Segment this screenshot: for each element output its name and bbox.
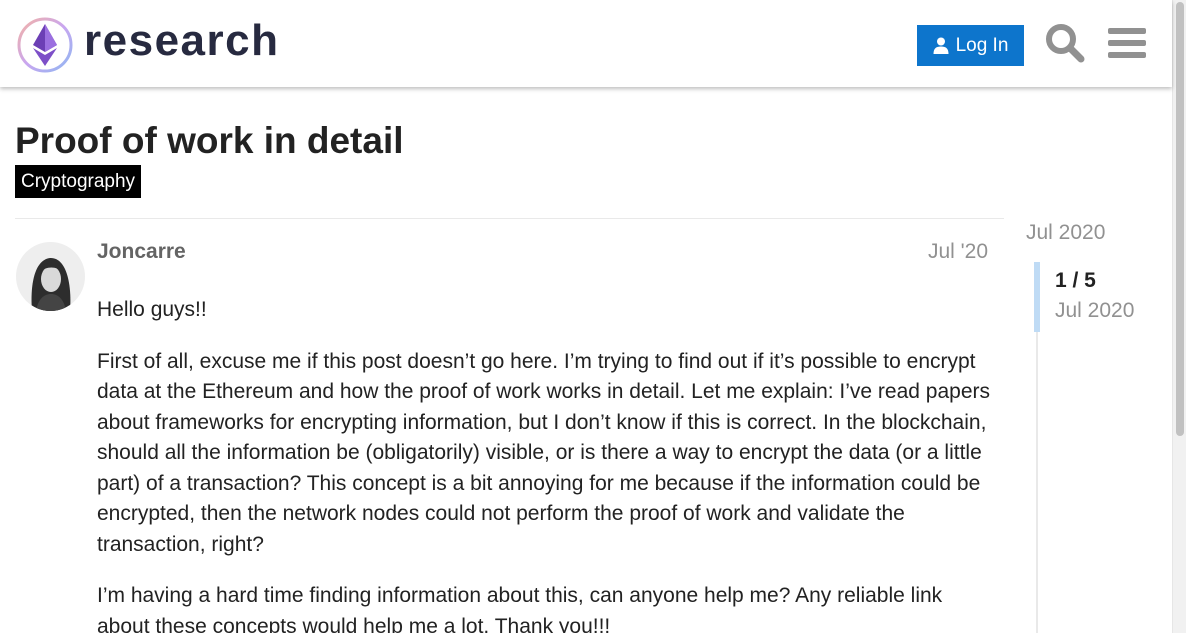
ethereum-logo-icon	[17, 17, 73, 73]
timeline-progress: 1 / 5	[1055, 269, 1096, 292]
post-paragraph: Hello guys!!	[97, 298, 207, 321]
topic-divider	[15, 218, 1004, 219]
author-avatar[interactable]	[16, 242, 85, 311]
login-label: Log In	[955, 34, 1009, 56]
post-body: Hello guys!! First of all, excuse me if …	[97, 295, 997, 633]
site-logo[interactable]: research	[16, 14, 288, 74]
search-icon[interactable]	[1044, 22, 1086, 64]
scrollbar-thumb[interactable]	[1176, 2, 1184, 436]
login-button[interactable]: Log In	[917, 25, 1024, 66]
hamburger-menu-icon[interactable]	[1106, 22, 1148, 64]
post-paragraph: First of all, excuse me if this post doe…	[97, 349, 991, 556]
user-icon	[933, 37, 949, 54]
post-author[interactable]: Joncarre	[97, 240, 186, 264]
post-date[interactable]: Jul '20	[928, 240, 988, 264]
post-paragraph: I’m having a hard time finding informati…	[97, 584, 943, 633]
page-scrollbar[interactable]	[1172, 0, 1186, 633]
topic-title[interactable]: Proof of work in detail	[15, 120, 404, 162]
timeline-start-date[interactable]: Jul 2020	[1026, 221, 1105, 245]
site-header: research Log In	[0, 0, 1172, 87]
timeline-handle[interactable]	[1034, 262, 1040, 332]
timeline-current-date: Jul 2020	[1055, 299, 1135, 322]
avatar-image	[16, 242, 85, 311]
category-badge[interactable]: Cryptography	[15, 165, 142, 198]
logo-text: research	[84, 16, 280, 65]
